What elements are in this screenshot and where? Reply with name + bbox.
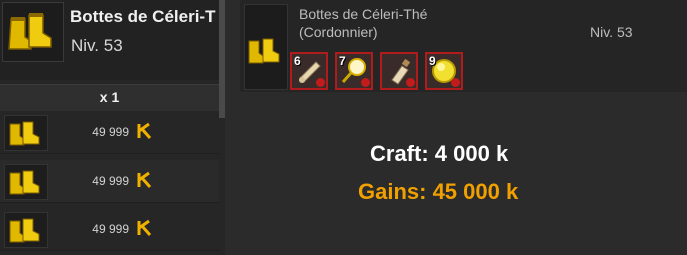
price: 49 999 <box>92 222 129 236</box>
row-thumbnail <box>4 212 48 248</box>
table-row[interactable]: 49 999 <box>0 111 219 154</box>
item-thumbnail[interactable] <box>2 2 64 62</box>
quantity-header[interactable]: x 1 <box>0 84 219 112</box>
recipe-profession: (Cordonnier) <box>299 24 378 40</box>
item-header: Bottes de Céleri-T Niv. 53 <box>0 0 225 80</box>
ingredient-quantity: 7 <box>339 54 346 68</box>
missing-icon <box>451 78 460 87</box>
gains-value: Gains: 45 000 k <box>358 179 519 204</box>
missing-icon <box>316 78 325 87</box>
quantity-label: x 1 <box>99 89 120 105</box>
craft-cost: Craft: 4 000 k <box>370 141 509 166</box>
ingredient-slot[interactable] <box>380 52 418 90</box>
recipe-thumbnail[interactable] <box>244 4 288 90</box>
item-level: Niv. 53 <box>71 36 123 55</box>
price: 49 999 <box>92 125 129 139</box>
ingredient-slot[interactable]: 9 <box>425 52 463 90</box>
missing-icon <box>406 78 415 87</box>
item-name: Bottes de Céleri-T <box>70 7 216 26</box>
yellow-boots-icon <box>9 121 40 146</box>
recipe-name: Bottes de Céleri-Thé <box>299 6 428 22</box>
price: 49 999 <box>92 174 129 188</box>
ingredient-slot[interactable]: 7 <box>335 52 373 90</box>
missing-icon <box>361 78 370 87</box>
yellow-boots-icon <box>8 13 52 50</box>
yellow-boots-icon <box>9 170 40 195</box>
yellow-boots-icon <box>248 38 280 64</box>
ingredient-quantity: 6 <box>294 54 301 68</box>
ingredient-quantity: 9 <box>429 54 436 68</box>
item-list-panel: Bottes de Céleri-T Niv. 53 x 1 49 999 49… <box>0 0 225 255</box>
recipe-level: Niv. 53 <box>590 24 633 40</box>
row-thumbnail <box>4 164 48 200</box>
row-thumbnail <box>4 115 48 151</box>
table-row[interactable]: 49 999 <box>0 160 219 203</box>
table-row[interactable]: 49 999 <box>0 208 219 251</box>
kama-icon <box>137 171 152 188</box>
yellow-boots-icon <box>9 218 40 243</box>
ingredient-slot[interactable]: 6 <box>290 52 328 90</box>
kama-icon <box>137 219 152 236</box>
kama-icon <box>137 122 152 139</box>
